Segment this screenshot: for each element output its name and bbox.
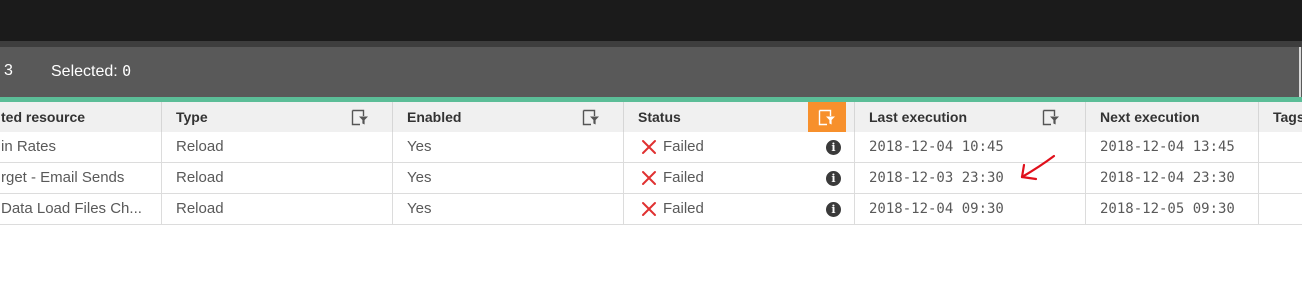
table-cell-next: 2018-12-04 13:45: [1086, 132, 1259, 163]
cell-text-type: Reload: [176, 200, 224, 217]
column-header-label: Status: [638, 109, 681, 125]
cell-text-next: 2018-12-04 23:30: [1100, 170, 1235, 186]
info-icon[interactable]: i: [826, 171, 841, 186]
column-header-type[interactable]: Type: [162, 102, 393, 132]
x-icon: [641, 139, 657, 155]
cell-text-resource: rget - Email Sends: [1, 169, 125, 186]
info-icon[interactable]: i: [826, 140, 841, 155]
table-cell-tags: [1259, 132, 1302, 163]
x-icon: [641, 201, 657, 217]
table-cell-enabled: Yes: [393, 163, 624, 194]
table-cell-next: 2018-12-05 09:30: [1086, 194, 1259, 225]
cell-text-type: Reload: [176, 169, 224, 186]
filter-icon[interactable]: [808, 102, 846, 132]
filter-icon[interactable]: [1032, 102, 1070, 132]
cell-text-last: 2018-12-04 09:30: [869, 201, 1004, 217]
red-arrow-annotation: [1020, 154, 1056, 181]
status-text: Failed: [663, 200, 704, 217]
x-icon: [641, 170, 657, 186]
column-header-label: Last execution: [869, 109, 968, 125]
cell-text-type: Reload: [176, 138, 224, 155]
cell-text-resource: in Rates: [1, 138, 57, 155]
selection-summary-bar: 3 Selected: 0: [0, 47, 1302, 97]
table-cell-type: Reload: [162, 132, 393, 163]
column-header-resource[interactable]: ted resource: [0, 102, 162, 132]
cell-text-next: 2018-12-04 13:45: [1100, 139, 1235, 155]
cell-text-last: 2018-12-03 23:30: [869, 170, 1004, 186]
column-header-last[interactable]: Last execution: [855, 102, 1086, 132]
filter-icon[interactable]: [572, 102, 610, 132]
table-cell-status: Failed i: [624, 163, 855, 194]
table-cell-resource: Data Load Files Ch...: [0, 194, 162, 225]
selected-value: 0: [122, 62, 132, 80]
status-text: Failed: [663, 138, 704, 155]
table-cell-enabled: Yes: [393, 132, 624, 163]
table-cell-last: 2018-12-04 09:30: [855, 194, 1086, 225]
scrollbar-edge[interactable]: [1299, 47, 1301, 97]
cell-text-last: 2018-12-04 10:45: [869, 139, 1004, 155]
table-cell-resource: in Rates: [0, 132, 162, 163]
column-header-label: Enabled: [407, 109, 462, 125]
info-icon[interactable]: i: [826, 202, 841, 217]
cell-text-enabled: Yes: [407, 169, 432, 186]
filter-icon[interactable]: [341, 102, 379, 132]
selected-label: Selected:: [51, 63, 118, 80]
cell-text-enabled: Yes: [407, 138, 432, 155]
cell-text-enabled: Yes: [407, 200, 432, 217]
status-text: Failed: [663, 169, 704, 186]
table-cell-status: Failed i: [624, 194, 855, 225]
table-cell-resource: rget - Email Sends: [0, 163, 162, 194]
column-header-enabled[interactable]: Enabled: [393, 102, 624, 132]
column-header-label: Tags: [1273, 109, 1302, 125]
column-header-label: Next execution: [1100, 109, 1200, 125]
table-cell-tags: [1259, 194, 1302, 225]
column-header-status[interactable]: Status: [624, 102, 855, 132]
column-header-label: ted resource: [1, 109, 86, 125]
cell-text-resource: Data Load Files Ch...: [1, 200, 142, 217]
table-cell-type: Reload: [162, 163, 393, 194]
column-header-next[interactable]: Next execution: [1086, 102, 1259, 132]
cell-text-next: 2018-12-05 09:30: [1100, 201, 1235, 217]
table-cell-status: Failed i: [624, 132, 855, 163]
table-cell-tags: [1259, 163, 1302, 194]
table-cell-enabled: Yes: [393, 194, 624, 225]
table-cell-next: 2018-12-04 23:30: [1086, 163, 1259, 194]
item-count: 3: [4, 62, 13, 79]
top-bar: [0, 0, 1302, 41]
table-cell-type: Reload: [162, 194, 393, 225]
column-header-tags[interactable]: Tags: [1259, 102, 1302, 132]
column-header-label: Type: [176, 109, 208, 125]
selected-count: Selected: 0: [51, 62, 131, 81]
